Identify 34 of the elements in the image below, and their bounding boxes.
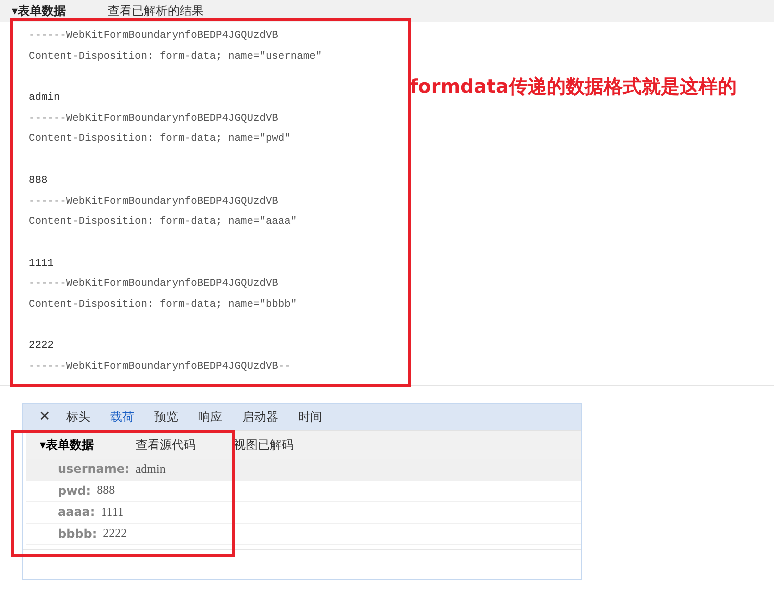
- section-title[interactable]: ▾表单数据: [40, 436, 136, 454]
- field-value: 1111: [101, 504, 124, 520]
- panel-tab[interactable]: 预览: [154, 408, 179, 426]
- field-name: bbbb:: [58, 526, 98, 541]
- view-link[interactable]: 查看源代码: [136, 436, 196, 454]
- boundary-line: ------WebKitFormBoundarynfoBEDP4JGQUzdVB: [29, 30, 278, 42]
- boundary-line: ------WebKitFormBoundarynfoBEDP4JGQUzdVB: [29, 196, 278, 208]
- field-value: 888: [97, 483, 116, 498]
- field-name: username:: [58, 462, 130, 476]
- disposition-line: Content-Disposition: form-data; name="bbbb": [29, 298, 298, 311]
- field-value: 1111: [29, 258, 54, 270]
- field-name: pwd:: [58, 484, 92, 498]
- disposition-line: Content-Disposition: form-data; name="username": [29, 50, 322, 63]
- field-value: 888: [29, 174, 48, 187]
- panel-tab[interactable]: 标头: [66, 408, 91, 426]
- view-parsed-link[interactable]: 查看已解析的结果: [108, 2, 204, 20]
- disposition-line: Content-Disposition: form-data; name="pwd": [29, 133, 291, 146]
- panel-tab[interactable]: 响应: [198, 408, 223, 426]
- field-value: admin: [136, 462, 166, 477]
- field-name: aaaa:: [58, 505, 96, 520]
- close-button[interactable]: ✕: [39, 409, 51, 425]
- field-value: 2222: [29, 340, 54, 352]
- section-title[interactable]: ▾表单数据: [12, 2, 108, 20]
- panel-tab[interactable]: 载荷: [110, 408, 135, 426]
- disposition-line: Content-Disposition: form-data; name="aaaa": [29, 216, 298, 228]
- panel-tab[interactable]: 时间: [298, 408, 323, 426]
- boundary-line: ------WebKitFormBoundarynfoBEDP4JGQUzdVB--: [29, 361, 291, 373]
- boundary-line: ------WebKitFormBoundarynfoBEDP4JGQUzdVB: [29, 278, 278, 290]
- view-link[interactable]: 视图已解码: [234, 436, 294, 454]
- boundary-line: ------WebKitFormBoundarynfoBEDP4JGQUzdVB: [29, 112, 278, 125]
- annotation-text: formdata传递的数据格式就是这样的: [410, 75, 737, 100]
- field-value: admin: [29, 92, 60, 104]
- field-value: 2222: [103, 526, 128, 542]
- panel-tab[interactable]: 启动器: [242, 408, 279, 426]
